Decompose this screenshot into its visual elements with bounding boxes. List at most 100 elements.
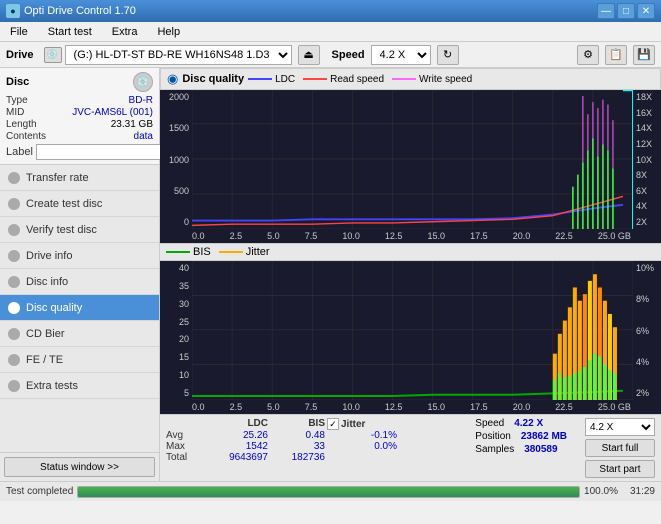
drive-icon: 💿 [44,47,62,63]
top-chart-container: 2000 1500 1000 500 0 [160,90,661,243]
nav-drive-info[interactable]: Drive info [0,243,159,269]
eject-button[interactable]: ⏏ [298,45,320,65]
save-button[interactable]: 💾 [633,45,655,65]
bis-header: BIS [270,418,325,430]
speed-label-text: Speed [475,418,504,429]
type-label: Type [6,95,28,106]
menu-start-test[interactable]: Start test [42,24,98,40]
nav-icon-drive [8,250,20,262]
top-chart-x-axis: 0.0 2.5 5.0 7.5 10.0 12.5 15.0 17.5 20.0… [160,229,661,243]
speed-select[interactable]: 4.2 X [371,45,431,65]
legend-color-ldc [248,78,272,80]
nav-label-drive: Drive info [26,250,72,262]
speed-label: Speed [332,49,365,61]
nav-label-create: Create test disc [26,198,102,210]
jitter-avg: -0.1% [327,430,397,441]
progress-label: 100.0% [584,486,618,497]
nav-disc-quality[interactable]: Disc quality [0,295,159,321]
legend-color-jitter [219,251,243,253]
jitter-checkbox[interactable]: ✓ [327,418,339,430]
start-full-button[interactable]: Start full [585,439,655,457]
bis-total: 182736 [270,452,325,463]
close-button[interactable]: ✕ [637,3,655,19]
nav-icon-fe-te [8,354,20,366]
maximize-button[interactable]: □ [617,3,635,19]
avg-label: Avg [166,430,201,441]
mid-label: MID [6,107,24,118]
ldc-header: LDC [203,418,268,430]
nav-label-verify: Verify test disc [26,224,97,236]
legend-bis: BIS [166,246,211,258]
progress-bar-fill [78,487,579,497]
nav-extra-tests[interactable]: Extra tests [0,373,159,399]
sidebar: Disc 💿 Type BD-R MID JVC-AMS6L (001) Len… [0,68,160,481]
bottom-chart-svg [192,261,633,400]
menu-bar: File Start test Extra Help [0,22,661,42]
nav-cd-bier[interactable]: CD Bier [0,321,159,347]
ldc-avg: 25.26 [203,430,268,441]
nav-transfer-rate[interactable]: Transfer rate [0,165,159,191]
nav-label-extra: Extra tests [26,380,78,392]
menu-help[interactable]: Help [151,24,186,40]
samples-value: 380589 [524,444,557,455]
stats-area: LDC BIS ✓ Jitter Avg 25.26 0.48 -0.1% Ma… [160,414,661,481]
legend-color-bis [166,251,190,253]
stats-table: LDC BIS ✓ Jitter Avg 25.26 0.48 -0.1% Ma… [166,418,397,463]
bis-avg: 0.48 [270,430,325,441]
bottom-chart-title-bar: BIS Jitter [160,243,661,261]
top-chart-y-left: 2000 1500 1000 500 0 [160,90,192,229]
nav-icon-disc-info [8,276,20,288]
minimize-button[interactable]: — [597,3,615,19]
settings-button-2[interactable]: 📋 [605,45,627,65]
disc-panel-title: Disc [6,76,29,88]
app-icon: ● [6,4,20,18]
nav-icon-transfer [8,172,20,184]
legend-color-read [303,78,327,80]
bottom-chart-svg-area [192,261,633,400]
app-title: Opti Drive Control 1.70 [24,5,136,17]
nav-icon-extra [8,380,20,392]
refresh-button[interactable]: ↻ [437,45,459,65]
legend-label-bis: BIS [193,246,211,258]
position-value: 23862 MB [521,431,567,442]
nav-create-test-disc[interactable]: Create test disc [0,191,159,217]
ldc-total: 9643697 [203,452,268,463]
label-input[interactable] [36,144,174,160]
menu-extra[interactable]: Extra [106,24,144,40]
contents-label: Contents [6,131,46,142]
start-part-button[interactable]: Start part [585,460,655,478]
nav-label-cd-bier: CD Bier [26,328,65,340]
speed-select-stats[interactable]: 4.2 X [585,418,655,436]
disc-icon: 💿 [133,72,153,92]
nav-icon-verify [8,224,20,236]
bottom-chart-y-left: 40 35 30 25 20 15 10 5 [160,261,192,400]
drive-select[interactable]: (G:) HL-DT-ST BD-RE WH16NS48 1.D3 [65,45,292,65]
status-window-area: Status window >> [0,452,159,481]
top-chart-svg [192,90,633,229]
legend-label-write: Write speed [419,74,472,85]
legend-label-ldc: LDC [275,74,295,85]
chart-title: Disc quality [182,73,244,85]
settings-button-1[interactable]: ⚙ [577,45,599,65]
nav-icon-cd-bier [8,328,20,340]
nav-disc-info[interactable]: Disc info [0,269,159,295]
nav-icon-create [8,198,20,210]
menu-file[interactable]: File [4,24,34,40]
samples-label: Samples [475,444,514,455]
nav-verify-test-disc[interactable]: Verify test disc [0,217,159,243]
ldc-max: 1542 [203,441,268,452]
label-label: Label [6,146,33,158]
jitter-max: 0.0% [327,441,397,452]
nav-label-fe-te: FE / TE [26,354,63,366]
legend-ldc: LDC [248,74,295,85]
top-chart-inner: 2000 1500 1000 500 0 [160,90,661,229]
drive-toolbar: Drive 💿 (G:) HL-DT-ST BD-RE WH16NS48 1.D… [0,42,661,68]
nav-items: Transfer rate Create test disc Verify te… [0,165,159,452]
legend-label-jitter: Jitter [246,246,270,258]
legend-write-speed: Write speed [392,74,472,85]
status-time: 31:29 [630,486,655,497]
total-label: Total [166,452,201,463]
content-area: ◉ Disc quality LDC Read speed Write spee… [160,68,661,481]
nav-fe-te[interactable]: FE / TE [0,347,159,373]
status-window-button[interactable]: Status window >> [4,457,155,477]
